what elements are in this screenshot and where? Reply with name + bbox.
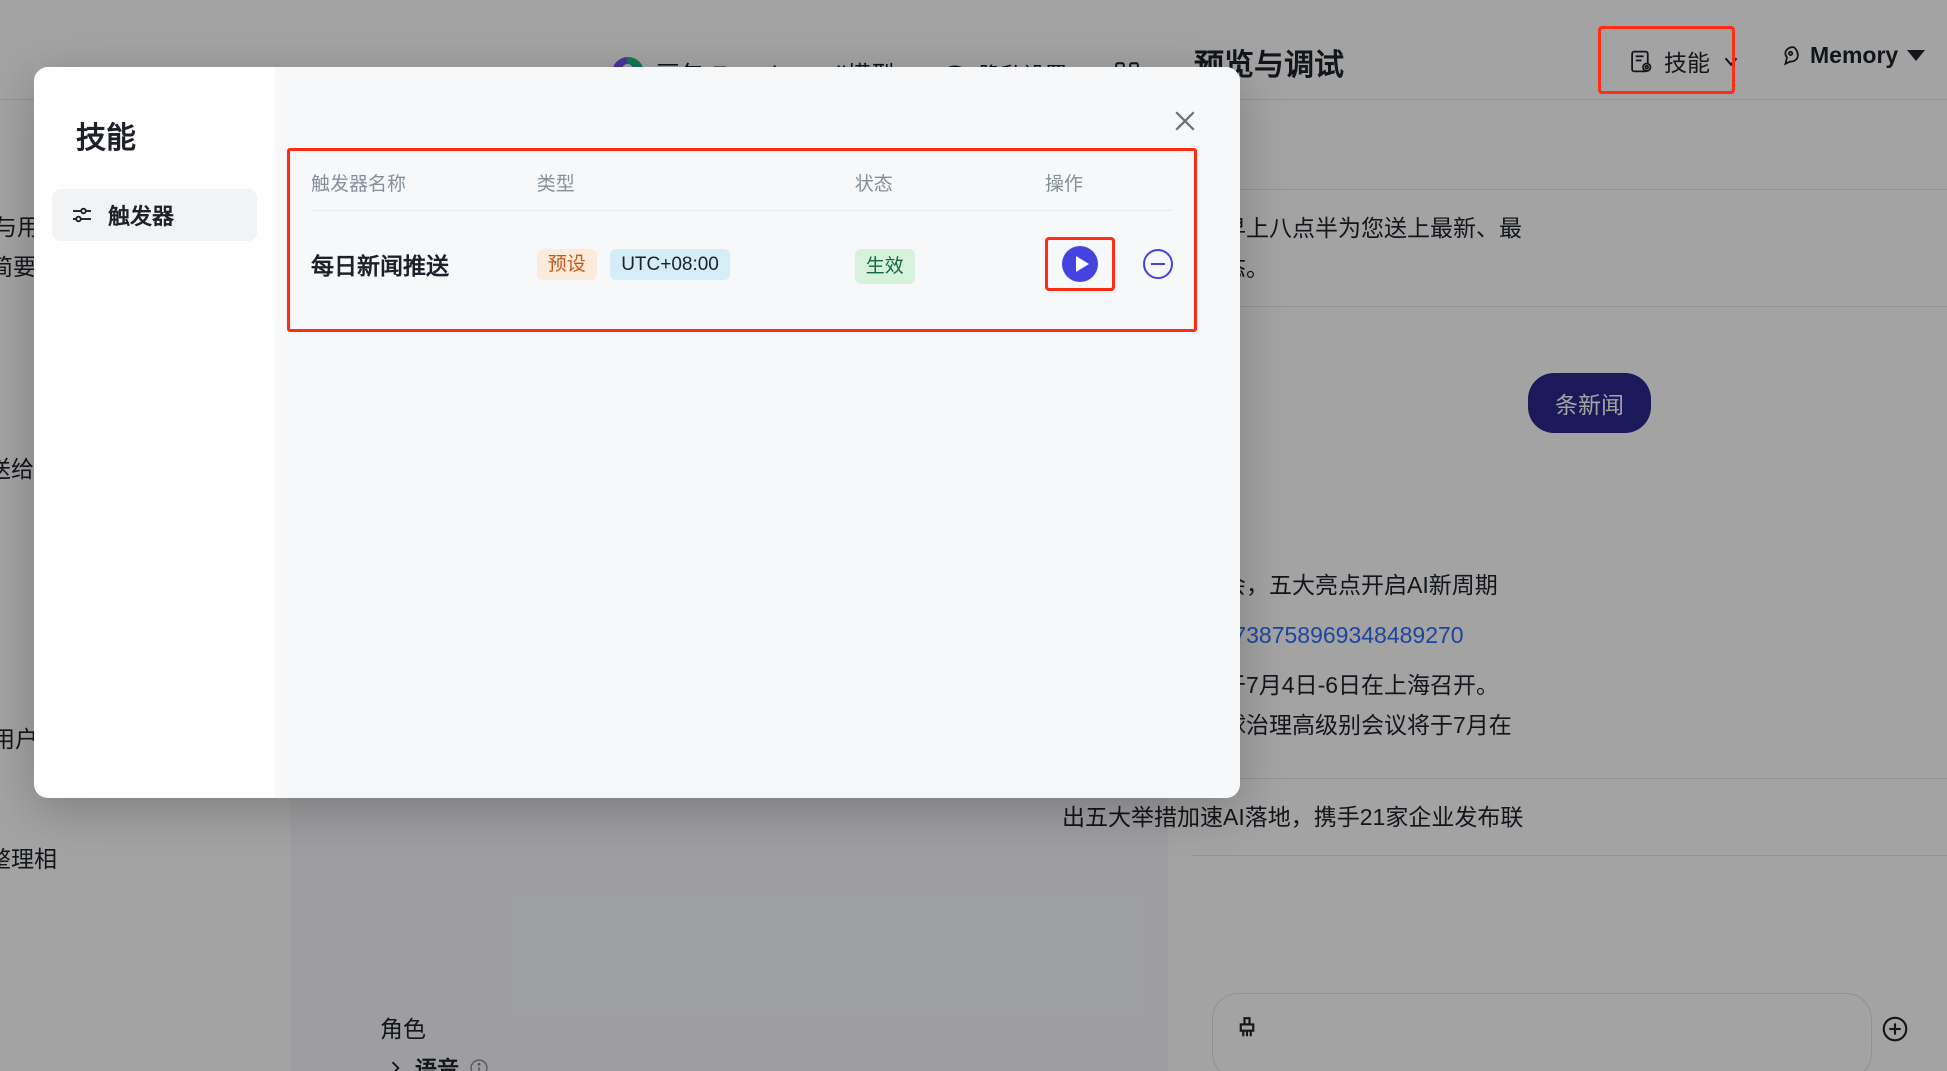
run-trigger-highlight [1045,237,1115,291]
close-icon[interactable] [1170,106,1200,136]
skill-button-highlight [1598,26,1735,94]
header-action: 操作 [1045,151,1173,211]
triggers-table: 触发器名称 类型 状态 操作 每日新闻推送 预设 UTC+08:00 生效 [311,151,1173,329]
cell-action [1045,211,1173,330]
skills-modal: 技能 触发器 触发器名称 类型 状态 操作 每日新闻推送 预设 UTC+08:0… [34,67,1240,798]
sidebar-item-trigger[interactable]: 触发器 [52,189,257,241]
table-row: 每日新闻推送 预设 UTC+08:00 生效 [311,211,1173,330]
cell-trigger-name: 每日新闻推送 [311,211,537,330]
header-type: 类型 [536,151,855,211]
modal-sidebar: 技能 触发器 [34,67,275,798]
modal-content: 触发器名称 类型 状态 操作 每日新闻推送 预设 UTC+08:00 生效 [275,67,1240,798]
play-icon[interactable] [1062,246,1098,282]
cell-status: 生效 [854,211,1045,330]
sliders-icon [70,203,94,227]
modal-title: 技能 [76,122,136,155]
app-root: 豆包·Function call模型 隐私设置 预览与调试 [0,0,1947,1071]
sidebar-item-label: 触发器 [108,204,175,229]
header-status: 状态 [854,151,1045,211]
timezone-tag: UTC+08:00 [610,248,730,280]
trigger-name-label: 每日新闻推送 [311,253,449,279]
header-trigger-name: 触发器名称 [311,151,537,211]
table-header-row: 触发器名称 类型 状态 操作 [311,151,1173,211]
cell-type: 预设 UTC+08:00 [536,211,855,330]
triggers-table-highlight: 触发器名称 类型 状态 操作 每日新闻推送 预设 UTC+08:00 生效 [287,148,1197,332]
status-badge: 生效 [854,248,915,284]
type-tag: 预设 [536,248,597,280]
minus-circle-icon[interactable] [1143,249,1173,279]
